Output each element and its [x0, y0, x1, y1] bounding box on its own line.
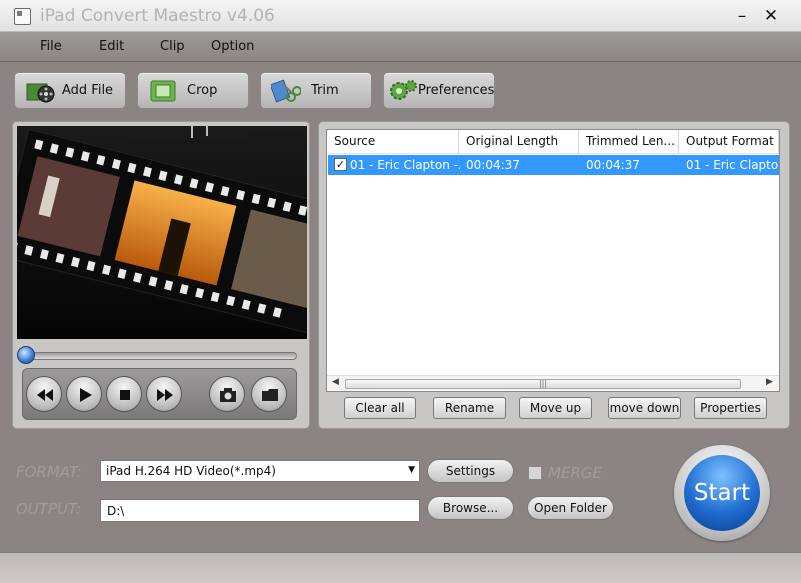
format-value: iPad H.264 HD Video(*.mp4): [106, 464, 276, 478]
chevron-down-icon[interactable]: ▼: [408, 465, 415, 475]
start-button[interactable]: Start: [674, 445, 770, 541]
crop-button[interactable]: Crop: [137, 72, 249, 109]
file-table: Source Original Length Trimmed Len... Ou…: [326, 129, 780, 392]
playback-controls: [22, 368, 297, 420]
preview-panel: [12, 121, 310, 429]
column-header-source[interactable]: Source: [327, 130, 459, 154]
film-strip-image: [17, 126, 307, 339]
scroll-left-icon[interactable]: ◀: [332, 377, 339, 387]
menu-bar: File Edit Clip Option: [0, 32, 801, 62]
row-trimmed-length: 00:04:37: [586, 158, 640, 172]
menu-file[interactable]: File: [40, 39, 62, 54]
column-header-output-format[interactable]: Output Format: [679, 130, 779, 154]
scroll-thumb[interactable]: |||: [345, 379, 741, 389]
clear-all-button[interactable]: Clear all: [344, 397, 416, 419]
folder-icon: [262, 389, 278, 401]
preferences-button[interactable]: Preferences: [383, 72, 495, 109]
row-checkbox[interactable]: ✓: [334, 158, 347, 171]
rename-button[interactable]: Rename: [433, 397, 506, 419]
row-output-format: 01 - Eric Clapton: [686, 158, 778, 172]
settings-button[interactable]: Settings: [427, 459, 514, 483]
horizontal-scrollbar[interactable]: ◀ ||| ▶: [327, 375, 779, 391]
fast-forward-icon: [157, 389, 173, 401]
menu-clip[interactable]: Clip: [160, 39, 185, 54]
app-icon: [14, 8, 31, 25]
row-source: 01 - Eric Clapton -...: [350, 158, 460, 172]
merge-checkbox[interactable]: [528, 466, 542, 480]
video-preview: [17, 126, 307, 339]
window-title: iPad Convert Maestro v4.06: [40, 6, 275, 26]
trim-label: Trim: [311, 83, 339, 98]
output-label: OUTPUT:: [16, 500, 81, 518]
preferences-label: Preferences: [418, 83, 495, 98]
fast-forward-button[interactable]: [146, 376, 182, 412]
move-down-button[interactable]: move down: [608, 397, 681, 419]
seek-handle[interactable]: [17, 346, 35, 364]
column-header-trimmed-length[interactable]: Trimmed Len...: [579, 130, 679, 154]
scroll-right-icon[interactable]: ▶: [766, 377, 773, 387]
rewind-icon: [37, 389, 53, 401]
move-up-button[interactable]: Move up: [519, 397, 592, 419]
play-icon: [80, 388, 92, 402]
minimize-button[interactable]: –: [730, 4, 754, 28]
add-file-label: Add File: [62, 83, 114, 98]
status-bar: [0, 552, 801, 583]
open-snapshot-folder-button[interactable]: [251, 376, 287, 412]
snapshot-button[interactable]: [209, 376, 245, 412]
column-header-original-length[interactable]: Original Length: [459, 130, 579, 154]
start-label: Start: [684, 455, 760, 531]
menu-option[interactable]: Option: [211, 39, 254, 54]
properties-button[interactable]: Properties: [694, 397, 767, 419]
format-label: FORMAT:: [16, 463, 82, 481]
gears-icon: [390, 80, 417, 100]
play-button[interactable]: [66, 376, 102, 412]
rewind-button[interactable]: [26, 376, 62, 412]
merge-label: MERGE: [548, 464, 602, 482]
row-original-length: 00:04:37: [466, 158, 520, 172]
title-bar: iPad Convert Maestro v4.06 – ✕: [0, 0, 801, 32]
film-reel-icon: [26, 83, 55, 103]
table-row[interactable]: ✓ 01 - Eric Clapton -... 00:04:37 00:04:…: [328, 155, 779, 175]
open-folder-button[interactable]: Open Folder: [527, 496, 614, 520]
trim-button[interactable]: Trim: [260, 72, 372, 109]
format-select[interactable]: iPad H.264 HD Video(*.mp4) ▼: [100, 460, 420, 482]
file-list-panel: Source Original Length Trimmed Len... Ou…: [318, 121, 790, 429]
seek-bar[interactable]: [22, 352, 297, 360]
add-file-button[interactable]: Add File: [14, 72, 126, 109]
crop-icon: [150, 80, 176, 102]
browse-button[interactable]: Browse...: [427, 496, 514, 520]
camera-icon: [220, 388, 236, 402]
scissors-icon: [271, 79, 301, 103]
crop-label: Crop: [187, 83, 218, 98]
stop-icon: [120, 390, 130, 400]
main-content: Add File Crop Trim Preferences Source Or…: [0, 62, 801, 552]
stop-button[interactable]: [106, 376, 142, 412]
close-button[interactable]: ✕: [759, 4, 783, 28]
menu-edit[interactable]: Edit: [99, 39, 124, 54]
output-path-input[interactable]: D:\: [100, 499, 420, 522]
